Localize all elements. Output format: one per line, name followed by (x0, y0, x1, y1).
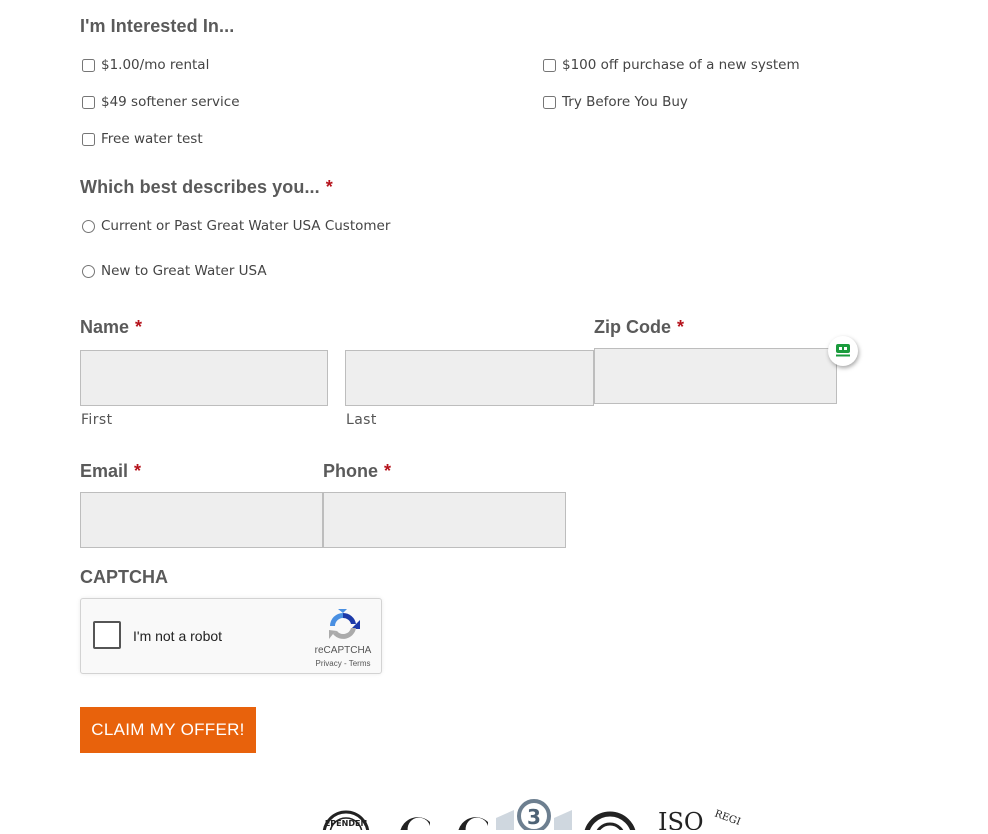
phone-input[interactable] (323, 492, 566, 548)
phone-label: Phone * (323, 461, 391, 482)
ranking-badge-number: 3 (527, 805, 541, 829)
interest-option-try-before[interactable]: Try Before You Buy (541, 94, 688, 110)
recaptcha-links: Privacy - Terms (307, 659, 379, 668)
recaptcha-brand: reCAPTCHA (314, 645, 372, 656)
ranking-badge-logo: 3 (496, 799, 572, 833)
first-name-sublabel: First (81, 412, 113, 428)
recaptcha-privacy-link[interactable]: Privacy (316, 659, 342, 668)
interest-label-try-before: Try Before You Buy (562, 94, 688, 110)
recaptcha-widget: I'm not a robot reCAPTCHA Privacy - Term… (80, 598, 382, 674)
interest-checkbox-100-off[interactable] (543, 58, 556, 72)
name-label-text: Name (80, 317, 130, 337)
email-input[interactable] (80, 492, 323, 548)
certification-logos: EPENDEN 3 ISO REGI (300, 796, 760, 834)
independent-seal-text: EPENDEN (325, 819, 367, 828)
first-name-input[interactable] (80, 350, 328, 406)
required-mark: * (677, 317, 685, 337)
captcha-title: CAPTCHA (80, 567, 168, 587)
autofill-badge[interactable] (828, 336, 858, 366)
c-mark-logo-2 (458, 817, 488, 832)
name-label: Name * (80, 317, 142, 338)
email-label: Email * (80, 461, 141, 482)
describes-radio-new[interactable] (82, 264, 95, 278)
describes-option-customer[interactable]: Current or Past Great Water USA Customer (80, 218, 390, 234)
describes-option-new[interactable]: New to Great Water USA (80, 263, 267, 279)
iso-regi-text: REGI (713, 808, 742, 828)
recaptcha-checkbox[interactable] (93, 621, 121, 649)
describes-label-new: New to Great Water USA (101, 263, 267, 279)
c-mark-logo-1 (400, 817, 430, 832)
interest-checkbox-softener[interactable] (82, 95, 95, 109)
recaptcha-terms-link[interactable]: Terms (349, 659, 371, 668)
required-mark: * (325, 177, 333, 197)
recaptcha-separator: - (341, 659, 349, 668)
interest-checkbox-try-before[interactable] (543, 95, 556, 109)
zip-input[interactable] (594, 348, 837, 404)
autofill-icon (835, 342, 851, 361)
zip-label-text: Zip Code (594, 317, 671, 337)
interest-checkbox-rental[interactable] (82, 58, 95, 72)
phone-label-text: Phone (323, 461, 379, 481)
interest-label-rental: $1.00/mo rental (101, 57, 210, 73)
interest-label-water-test: Free water test (101, 131, 203, 147)
required-mark: * (384, 461, 392, 481)
recaptcha-logo-icon (325, 609, 361, 643)
certification-logos-graphic: EPENDEN 3 ISO REGI (322, 799, 742, 834)
iso-text: ISO (658, 808, 704, 830)
email-label-text: Email (80, 461, 129, 481)
interest-label-100-off: $100 off purchase of a new system (562, 57, 800, 73)
interest-option-softener[interactable]: $49 softener service (80, 94, 240, 110)
offer-form: I'm Interested In... $1.00/mo rental $10… (0, 0, 988, 834)
interest-checkbox-water-test[interactable] (82, 132, 95, 146)
independent-seal-logo: EPENDEN (322, 810, 370, 834)
required-mark: * (135, 317, 143, 337)
describes-radio-customer[interactable] (82, 219, 95, 233)
claim-offer-button[interactable]: CLAIM MY OFFER! (80, 707, 256, 753)
globe-seal-logo (583, 811, 637, 834)
interest-option-rental[interactable]: $1.00/mo rental (80, 57, 209, 73)
required-mark: * (134, 461, 142, 481)
last-name-input[interactable] (345, 350, 594, 406)
describes-title-text: Which best describes you... (80, 177, 320, 197)
interest-option-water-test[interactable]: Free water test (80, 131, 203, 147)
zip-label: Zip Code * (594, 317, 684, 338)
interest-label-softener: $49 softener service (101, 94, 240, 110)
recaptcha-label: I'm not a robot (133, 628, 223, 644)
interest-option-100-off[interactable]: $100 off purchase of a new system (541, 57, 800, 73)
describes-title: Which best describes you... * (80, 177, 333, 198)
describes-label-customer: Current or Past Great Water USA Customer (101, 218, 391, 234)
interests-title: I'm Interested In... (80, 16, 235, 36)
last-name-sublabel: Last (346, 412, 377, 428)
iso-registered-logo: ISO REGI (658, 808, 742, 834)
